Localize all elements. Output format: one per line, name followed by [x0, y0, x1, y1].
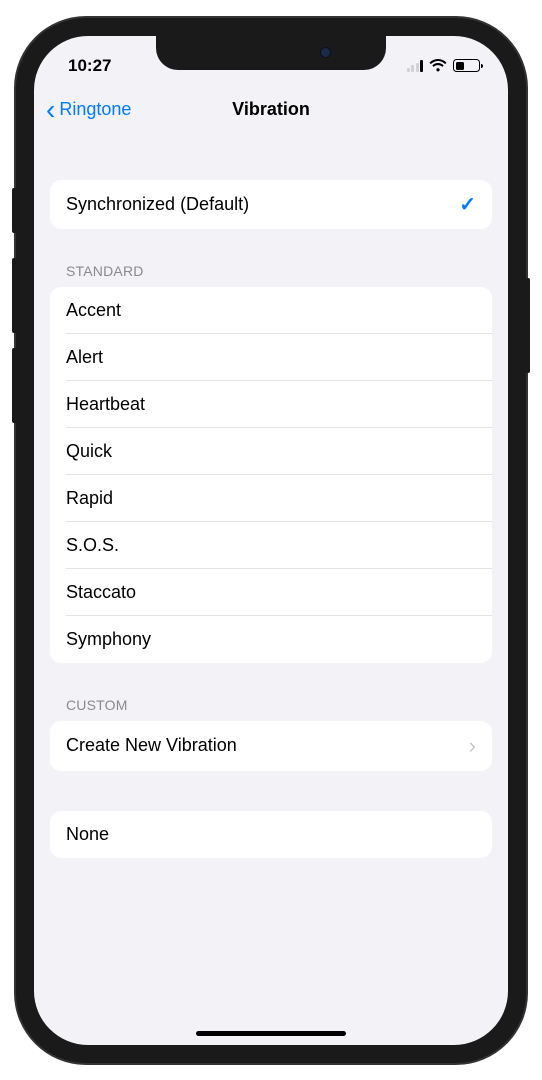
option-label: Quick: [66, 441, 112, 462]
create-label: Create New Vibration: [66, 735, 237, 756]
chevron-right-icon: ›: [469, 733, 476, 759]
vibration-option-alert[interactable]: Alert: [50, 334, 492, 381]
nav-bar: ‹ Ringtone Vibration: [34, 86, 508, 134]
battery-icon: [453, 59, 480, 72]
back-button[interactable]: ‹ Ringtone: [46, 96, 131, 124]
screen: 10:27 ‹ Ringtone Vibration: [34, 36, 508, 1045]
vibration-option-symphony[interactable]: Symphony: [50, 616, 492, 663]
none-group: None: [50, 811, 492, 858]
option-label: Staccato: [66, 582, 136, 603]
front-camera: [320, 47, 331, 58]
option-label: None: [66, 824, 109, 845]
custom-group: Create New Vibration ›: [50, 721, 492, 771]
default-group: Synchronized (Default) ✓: [50, 180, 492, 229]
battery-level: [456, 62, 464, 70]
option-label: Alert: [66, 347, 103, 368]
vibration-option-synchronized[interactable]: Synchronized (Default) ✓: [50, 180, 492, 229]
option-label: S.O.S.: [66, 535, 119, 556]
standard-header: STANDARD: [50, 255, 492, 287]
home-indicator[interactable]: [196, 1031, 346, 1036]
vibration-option-quick[interactable]: Quick: [50, 428, 492, 475]
create-new-vibration-button[interactable]: Create New Vibration ›: [50, 721, 492, 771]
vibration-option-rapid[interactable]: Rapid: [50, 475, 492, 522]
option-label: Rapid: [66, 488, 113, 509]
cellular-icon: [407, 60, 424, 72]
vibration-option-heartbeat[interactable]: Heartbeat: [50, 381, 492, 428]
vibration-option-accent[interactable]: Accent: [50, 287, 492, 334]
content-scroll[interactable]: Synchronized (Default) ✓ STANDARD Accent…: [34, 134, 508, 1045]
wifi-icon: [429, 59, 447, 72]
notch: [156, 36, 386, 70]
vibration-option-sos[interactable]: S.O.S.: [50, 522, 492, 569]
checkmark-icon: ✓: [459, 192, 476, 217]
option-label: Symphony: [66, 629, 151, 650]
status-time: 10:27: [68, 56, 111, 76]
phone-frame: 10:27 ‹ Ringtone Vibration: [16, 18, 526, 1063]
standard-group: Accent Alert Heartbeat Quick Rapid S.O.S…: [50, 287, 492, 663]
vibration-option-staccato[interactable]: Staccato: [50, 569, 492, 616]
option-label: Accent: [66, 300, 121, 321]
status-icons: [407, 59, 481, 72]
side-button: [526, 278, 530, 373]
chevron-left-icon: ‹: [46, 96, 55, 124]
vibration-option-none[interactable]: None: [50, 811, 492, 858]
back-label: Ringtone: [59, 99, 131, 120]
option-label: Heartbeat: [66, 394, 145, 415]
custom-header: CUSTOM: [50, 689, 492, 721]
option-label: Synchronized (Default): [66, 194, 249, 215]
